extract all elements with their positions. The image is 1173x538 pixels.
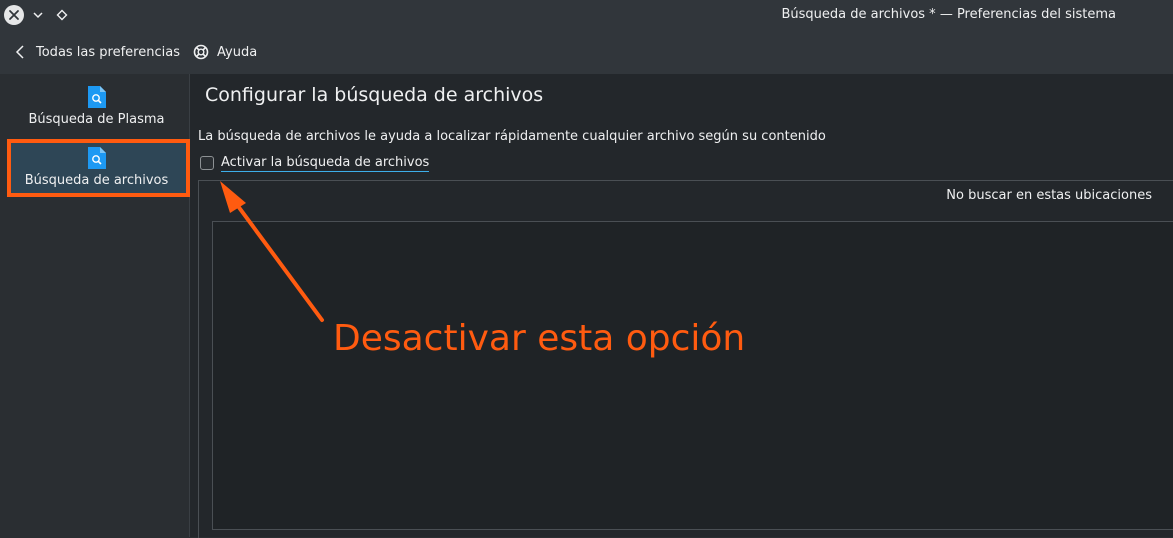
excluded-locations-list[interactable] — [212, 221, 1173, 530]
window-title: Búsqueda de archivos * — Preferencias de… — [781, 7, 1116, 22]
enable-file-search-label[interactable]: Activar la búsqueda de archivos — [221, 155, 430, 172]
sidebar: Búsqueda de Plasma Búsqueda de archivos — [0, 74, 190, 537]
diamond-icon — [56, 9, 68, 21]
sidebar-item-label: Búsqueda de archivos — [24, 173, 169, 188]
enable-file-search-row[interactable]: Activar la búsqueda de archivos — [200, 154, 430, 172]
file-search-icon — [88, 86, 106, 108]
enable-file-search-checkbox[interactable] — [200, 156, 214, 170]
close-icon — [9, 10, 19, 20]
help-button[interactable]: Ayuda — [193, 40, 257, 64]
excluded-locations-panel: No buscar en estas ubicaciones — [198, 180, 1173, 538]
close-window-button[interactable] — [4, 5, 24, 25]
file-search-icon — [88, 147, 106, 169]
minimize-window-button[interactable] — [28, 5, 48, 25]
chevron-left-icon — [15, 45, 24, 59]
lifebuoy-icon — [193, 44, 209, 60]
keep-above-button[interactable] — [52, 5, 72, 25]
page-title: Configurar la búsqueda de archivos — [205, 84, 544, 106]
back-button[interactable]: Todas las preferencias — [14, 40, 180, 64]
toolbar: Todas las preferencias Ayuda — [0, 30, 1173, 74]
sidebar-item-file-search[interactable]: Búsqueda de archivos — [7, 139, 186, 197]
window-titlebar: Búsqueda de archivos * — Preferencias de… — [0, 0, 1173, 30]
page-description: La búsqueda de archivos le ayuda a local… — [198, 129, 826, 144]
chevron-down-icon — [33, 12, 43, 19]
main-content: Configurar la búsqueda de archivos La bú… — [190, 74, 1173, 538]
annotation-text: Desactivar esta opción — [333, 318, 746, 359]
sidebar-item-label: Búsqueda de Plasma — [28, 112, 165, 127]
excluded-locations-header: No buscar en estas ubicaciones — [946, 188, 1152, 203]
help-button-label: Ayuda — [217, 44, 258, 60]
back-button-label: Todas las preferencias — [36, 44, 180, 60]
sidebar-item-plasma-search[interactable]: Búsqueda de Plasma — [7, 78, 186, 136]
